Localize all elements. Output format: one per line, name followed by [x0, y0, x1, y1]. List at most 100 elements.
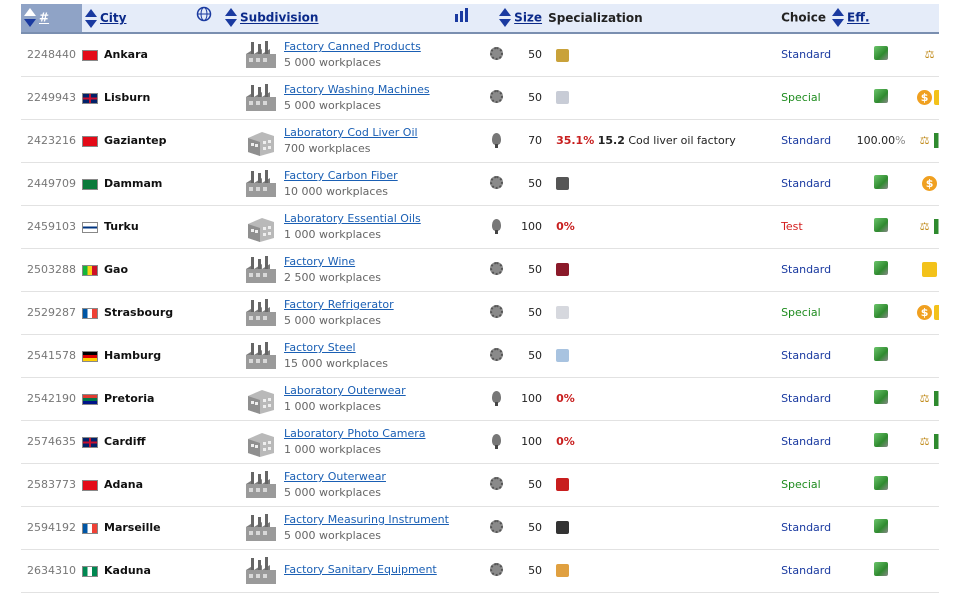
- status-icons: [915, 549, 940, 593]
- header-subdivision[interactable]: Subdivision: [222, 4, 487, 34]
- subdivision-link[interactable]: Factory Measuring Instrument: [284, 513, 449, 526]
- unit-id: 2542190: [21, 377, 82, 421]
- unit-id: 2248440: [21, 33, 82, 77]
- worker-boot-icon[interactable]: [874, 519, 889, 533]
- table-row: 2574635 Cardiff Laboratory Photo Camera 1 0…: [21, 420, 940, 464]
- header-choice-eff[interactable]: Choice Eff.: [781, 4, 940, 34]
- sort-by-size-link[interactable]: Size: [514, 11, 542, 25]
- subdivision-cell: Laboratory Cod Liver Oil 700 workplaces: [284, 119, 487, 163]
- choice-status: Standard: [781, 334, 848, 378]
- subdivision-cell: Factory Outerwear 5 000 workplaces: [284, 463, 487, 507]
- subdivision-link[interactable]: Laboratory Cod Liver Oil: [284, 126, 418, 139]
- header-city[interactable]: City: [82, 4, 223, 34]
- subdivision-link[interactable]: Factory Washing Machines: [284, 83, 430, 96]
- efficiency-cell: [847, 506, 916, 550]
- sort-arrows-icon[interactable]: [85, 8, 97, 30]
- gear-icon: [486, 334, 507, 378]
- worker-boot-icon[interactable]: [874, 562, 889, 576]
- status-icons: [915, 248, 940, 292]
- gear-icon: [486, 291, 507, 335]
- choice-status: Standard: [781, 162, 848, 206]
- subdivision-link[interactable]: Factory Canned Products: [284, 40, 421, 53]
- sort-arrows-icon[interactable]: [225, 7, 238, 29]
- gear-icon: [486, 248, 507, 292]
- worker-boot-icon[interactable]: [874, 390, 889, 404]
- unit-id: 2529287: [21, 291, 82, 335]
- subdivision-link[interactable]: Factory Refrigerator: [284, 298, 394, 311]
- choice-status: Special: [781, 463, 848, 507]
- subdivision-cell: Laboratory Outerwear 1 000 workplaces: [284, 377, 487, 421]
- table-header-row: # City Subdivision Size Specialization C…: [21, 4, 940, 34]
- sort-by-city-link[interactable]: City: [100, 11, 126, 25]
- city-name: Ankara: [104, 48, 148, 62]
- header-size[interactable]: Size: [486, 4, 549, 34]
- subdivision-link[interactable]: Laboratory Essential Oils: [284, 212, 421, 225]
- worker-boot-icon[interactable]: [874, 261, 889, 275]
- efficiency-cell: [847, 549, 916, 593]
- efficiency-cell: [847, 162, 916, 206]
- gear-icon: [486, 76, 507, 120]
- subdivision-link[interactable]: Factory Steel: [284, 341, 356, 354]
- sort-arrows-icon[interactable]: [832, 7, 845, 29]
- specialization-cell: [548, 463, 782, 507]
- worker-boot-icon[interactable]: [874, 433, 889, 447]
- status-icons: ⚖: [915, 33, 940, 77]
- sort-arrows-icon[interactable]: [499, 7, 512, 29]
- lightbulb-icon: [486, 205, 507, 249]
- factory-building-icon: [222, 334, 285, 378]
- worker-boot-icon[interactable]: [874, 347, 889, 361]
- unit-id: 2574635: [21, 420, 82, 464]
- sort-by-efficiency-link[interactable]: Eff.: [847, 11, 869, 25]
- units-table: # City Subdivision Size Specialization C…: [21, 4, 940, 593]
- globe-icon[interactable]: [196, 7, 212, 25]
- choice-status: Standard: [781, 248, 848, 292]
- city-name: Kaduna: [104, 564, 151, 577]
- choice-status: Standard: [781, 506, 848, 550]
- specialization-cell: [548, 76, 782, 120]
- worker-boot-icon[interactable]: [874, 218, 889, 232]
- unit-size: 50: [506, 76, 549, 120]
- subdivision-link[interactable]: Laboratory Photo Camera: [284, 427, 425, 440]
- header-num[interactable]: #: [21, 4, 82, 34]
- choice-status: Standard: [781, 119, 848, 163]
- subdivision-link[interactable]: Factory Sanitary Equipment: [284, 563, 437, 576]
- efficiency-cell: [847, 291, 916, 335]
- worker-boot-icon[interactable]: [874, 46, 889, 61]
- scales-icon: ⚖: [919, 435, 930, 448]
- unit-size: 50: [506, 506, 549, 550]
- sort-by-number-link[interactable]: #: [39, 11, 49, 25]
- subdivision-link[interactable]: Factory Outerwear: [284, 470, 386, 483]
- city-name: Gaziantep: [104, 134, 167, 147]
- factory-chart-icon[interactable]: [454, 7, 470, 25]
- factory-building-icon: [222, 549, 285, 593]
- specialization-cell: [548, 162, 782, 206]
- scales-icon: ⚖: [919, 134, 930, 147]
- subdivision-link[interactable]: Factory Wine: [284, 255, 355, 268]
- gear-icon: [486, 463, 507, 507]
- worker-boot-icon[interactable]: [874, 89, 889, 103]
- table-row: 2529287 Strasbourg Factory Refrigerator 5 0…: [21, 291, 940, 335]
- city-cell: Cardiff: [82, 420, 192, 464]
- workplaces-count: 1 000 workplaces: [284, 228, 381, 241]
- subdivision-cell: Factory Sanitary Equipment: [284, 549, 487, 593]
- efficiency-value: 100.00: [856, 134, 896, 147]
- factory-building-icon: [222, 291, 285, 335]
- subdivision-link[interactable]: Factory Carbon Fiber: [284, 169, 398, 182]
- subdivision-cell: Factory Canned Products 5 000 workplaces: [284, 33, 487, 77]
- worker-boot-icon[interactable]: [874, 175, 889, 189]
- city-name: Strasbourg: [104, 306, 174, 319]
- status-icons: ⚖: [915, 420, 940, 464]
- efficiency-cell: [847, 334, 916, 378]
- sort-by-subdivision-link[interactable]: Subdivision: [240, 11, 318, 25]
- worker-boot-icon[interactable]: [874, 476, 889, 490]
- city-cell: Strasbourg: [82, 291, 192, 335]
- sort-arrows-icon[interactable]: [24, 7, 36, 29]
- unit-id: 2634310: [21, 549, 82, 593]
- worker-boot-icon[interactable]: [874, 304, 889, 318]
- efficiency-cell: [847, 33, 916, 77]
- factory-building-icon: [222, 33, 285, 77]
- choice-status: Standard: [781, 377, 848, 421]
- subdivision-link[interactable]: Laboratory Outerwear: [284, 384, 406, 397]
- specialization-cell: 35.1% 15.2 Cod liver oil factory: [548, 119, 782, 163]
- workplaces-count: 1 000 workplaces: [284, 400, 381, 413]
